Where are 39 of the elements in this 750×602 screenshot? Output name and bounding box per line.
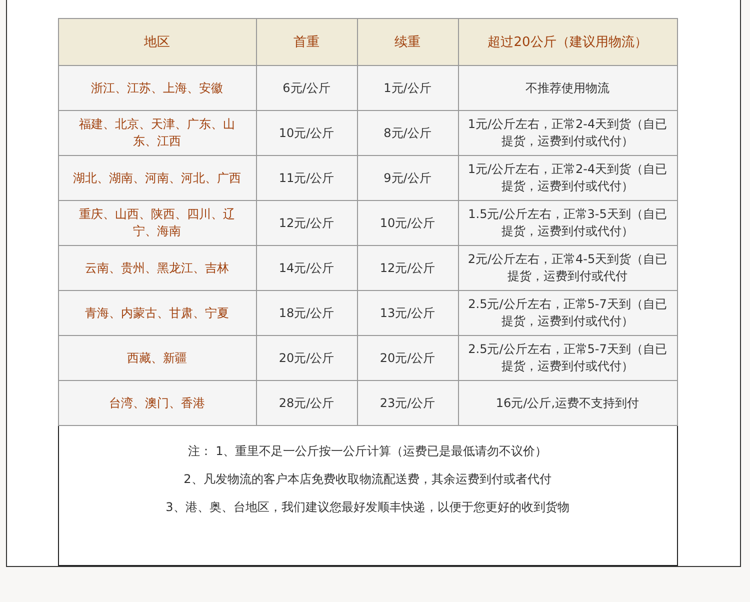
- over-20kg-cell: 2元/公斤左右，正常4-5天到货（自已提货，运费到付或代付: [458, 246, 677, 290]
- note-text: 2、凡发物流的客户本店免费收取物流配送费，其余运费到付或者代付: [184, 471, 552, 488]
- region-cell: 西藏、新疆: [58, 336, 256, 380]
- region-cell: 湖北、湖南、河南、河北、广西: [58, 156, 256, 200]
- first-weight-cell: 10元/公斤: [256, 110, 357, 156]
- region-cell: 福建、北京、天津、广东、山东、江西: [58, 110, 256, 156]
- first-weight-cell: 28元/公斤: [256, 380, 357, 426]
- over-20kg-cell: 1.5元/公斤左右，正常3-5天到（自已提货，运费到付或代付）: [458, 200, 677, 246]
- extra-weight-cell: 20元/公斤: [357, 336, 458, 380]
- first-weight-cell: 20元/公斤: [256, 336, 357, 380]
- over-20kg-cell: 1元/公斤左右，正常2-4天到货（自已提货，运费到付或代付）: [458, 110, 677, 156]
- region-cell: 重庆、山西、陕西、四川、辽宁、海南: [58, 200, 256, 246]
- first-weight-cell: 11元/公斤: [256, 156, 357, 200]
- column-header: 续重: [357, 18, 458, 66]
- over-20kg-cell: 2.5元/公斤左右，正常5-7天到（自已提货，运费到付或代付）: [458, 336, 677, 380]
- region-cell: 台湾、澳门、香港: [58, 380, 256, 426]
- first-weight-cell: 14元/公斤: [256, 246, 357, 290]
- column-header: 超过20公斤（建议用物流）: [458, 18, 677, 66]
- extra-weight-cell: 8元/公斤: [357, 110, 458, 156]
- region-cell: 青海、内蒙古、甘肃、宁夏: [58, 290, 256, 336]
- region-cell: 浙江、江苏、上海、安徽: [58, 66, 256, 110]
- note-text: 3、港、奥、台地区，我们建议您最好发顺丰快递，以便于您更好的收到货物: [166, 499, 570, 516]
- extra-weight-cell: 10元/公斤: [357, 200, 458, 246]
- extra-weight-cell: 13元/公斤: [357, 290, 458, 336]
- first-weight-cell: 12元/公斤: [256, 200, 357, 246]
- first-weight-cell: 18元/公斤: [256, 290, 357, 336]
- extra-weight-cell: 23元/公斤: [357, 380, 458, 426]
- column-header: 地区: [58, 18, 256, 66]
- over-20kg-cell: 2.5元/公斤左右，正常5-7天到（自已提货，运费到付或代付）: [458, 290, 677, 336]
- over-20kg-cell: 不推荐使用物流: [458, 66, 677, 110]
- over-20kg-cell: 16元/公斤,运费不支持到付: [458, 380, 677, 426]
- first-weight-cell: 6元/公斤: [256, 66, 357, 110]
- extra-weight-cell: 9元/公斤: [357, 156, 458, 200]
- region-cell: 云南、贵州、黑龙江、吉林: [58, 246, 256, 290]
- over-20kg-cell: 1元/公斤左右，正常2-4天到货（自已提货，运费到付或代付）: [458, 156, 677, 200]
- column-header: 首重: [256, 18, 357, 66]
- note-text: 注： 1、重里不足一公斤按一公斤计算（运费已是最低请勿不议价）: [188, 443, 548, 460]
- extra-weight-cell: 12元/公斤: [357, 246, 458, 290]
- extra-weight-cell: 1元/公斤: [357, 66, 458, 110]
